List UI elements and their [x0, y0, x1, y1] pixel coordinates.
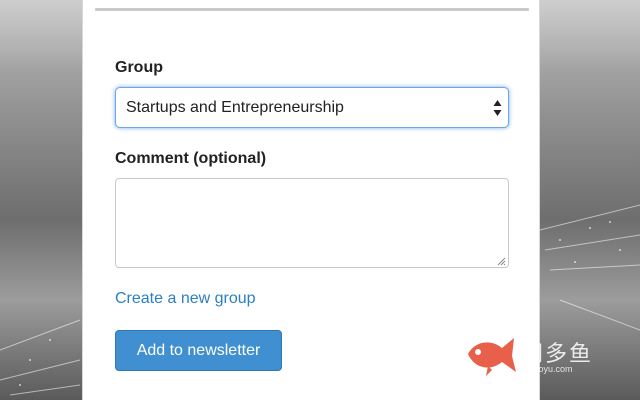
fish-logo-icon — [468, 338, 516, 376]
up-down-arrows-icon — [493, 100, 502, 116]
create-new-group-link[interactable]: Create a new group — [115, 290, 256, 308]
watermark: 网多鱼 wduoyu.com — [462, 330, 632, 380]
comment-textarea[interactable] — [115, 178, 509, 268]
add-to-newsletter-button[interactable]: Add to newsletter — [115, 330, 282, 371]
group-select-value: Startups and Entrepreneurship — [126, 99, 344, 116]
resize-grip-icon[interactable] — [496, 256, 506, 266]
watermark-url: wduoyu.com — [522, 364, 573, 374]
group-label: Group — [115, 59, 163, 76]
panel-divider — [95, 8, 529, 11]
group-select[interactable]: Startups and Entrepreneurship — [115, 87, 509, 128]
comment-label: Comment (optional) — [115, 150, 267, 167]
